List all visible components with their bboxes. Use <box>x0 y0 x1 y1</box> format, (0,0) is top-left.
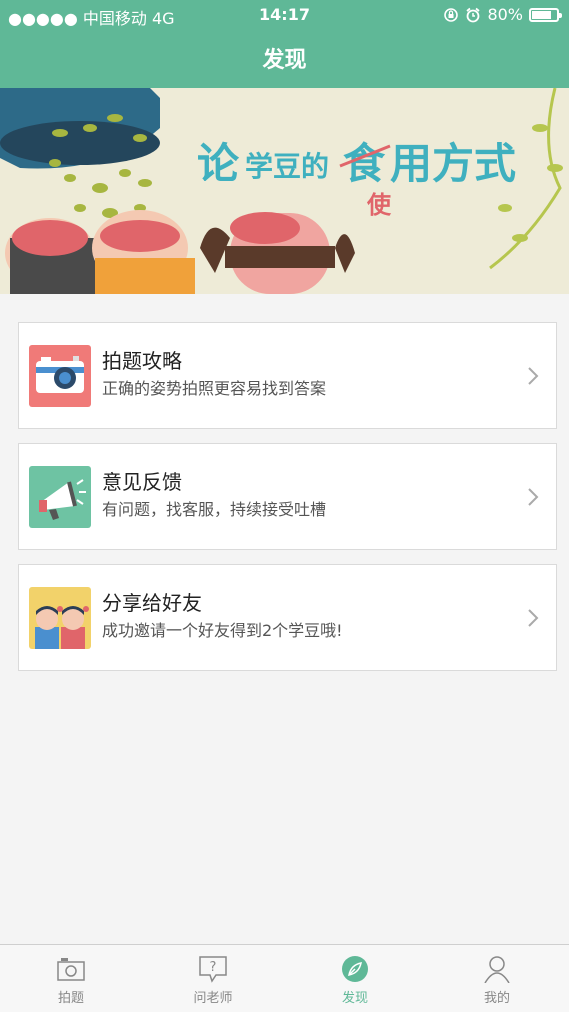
card-subtitle: 有问题，找客服，持续接受吐槽 <box>102 500 327 519</box>
card-share[interactable]: 分享给好友 成功邀请一个好友得到2个学豆哦! <box>18 564 557 671</box>
tab-ask-teacher[interactable]: ? 问老师 <box>142 945 284 1012</box>
alarm-icon <box>466 7 481 22</box>
compass-icon <box>342 956 368 982</box>
friends-icon <box>29 587 91 649</box>
battery-icon <box>529 7 562 22</box>
svg-text:使: 使 <box>366 191 392 219</box>
page-title: 发现 <box>262 48 307 73</box>
card-subtitle: 正确的姿势拍照更容易找到答案 <box>102 379 327 398</box>
card-title: 意见反馈 <box>102 470 182 494</box>
header: ●●●●● 中国移动 4G 14:17 80% 发现 <box>0 0 569 88</box>
person-icon <box>484 956 510 983</box>
chevron-right-icon <box>528 488 539 506</box>
tab-discover[interactable]: 发现 <box>284 945 426 1012</box>
card-title: 分享给好友 <box>102 591 202 615</box>
tab-label: 发现 <box>341 991 368 1006</box>
tab-photo[interactable]: 拍题 <box>0 945 142 1012</box>
camera-outline-icon <box>57 958 85 981</box>
battery-percent: 80% <box>487 5 523 24</box>
card-title: 拍题攻略 <box>102 349 182 373</box>
tab-label: 我的 <box>483 991 510 1006</box>
svg-text:?: ? <box>210 960 217 975</box>
tab-label: 问老师 <box>193 991 233 1006</box>
tab-bar: 拍题 ? 问老师 发现 我的 <box>0 944 569 1012</box>
camera-icon <box>29 345 91 407</box>
tab-label: 拍题 <box>57 991 84 1006</box>
svg-text:论: 论 <box>197 139 240 188</box>
status-bar: ●●●●● 中国移动 4G 14:17 80% <box>0 0 569 30</box>
banner-illustration: 论 学豆的 食 用方式 使 <box>0 88 569 294</box>
card-subtitle: 成功邀请一个好友得到2个学豆哦! <box>102 621 343 640</box>
question-bubble-icon: ? <box>199 956 227 983</box>
tab-mine[interactable]: 我的 <box>426 945 568 1012</box>
svg-text:学豆的: 学豆的 <box>245 150 329 183</box>
chevron-right-icon <box>528 367 539 385</box>
megaphone-icon <box>29 466 91 528</box>
card-photo-tips[interactable]: 拍题攻略 正确的姿势拍照更容易找到答案 <box>18 322 557 429</box>
status-right: 80% <box>443 5 562 24</box>
svg-text:用方式: 用方式 <box>390 139 516 188</box>
promo-banner[interactable]: 论 学豆的 食 用方式 使 <box>0 88 569 294</box>
rotation-lock-icon <box>444 7 459 22</box>
card-feedback[interactable]: 意见反馈 有问题，找客服，持续接受吐槽 <box>18 443 557 550</box>
chevron-right-icon <box>528 609 539 627</box>
